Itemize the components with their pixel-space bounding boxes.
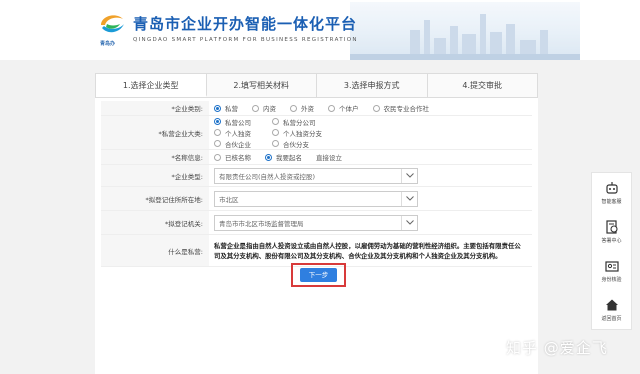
name-option-approved[interactable]: 已核名称 xyxy=(214,152,251,162)
radio-icon[interactable] xyxy=(272,140,279,147)
enterprise-category-row: *企业类别: 私营 内资 外资 个体户 农民专业合作社 xyxy=(101,101,532,116)
home-icon xyxy=(605,299,618,310)
name-option-create[interactable]: 我要起名 xyxy=(265,152,302,162)
private-major-label: *私营企业大类: xyxy=(101,116,209,149)
enterprise-type-form: *企业类别: 私营 内资 外资 个体户 农民专业合作社 *私营企业大类: 私营公… xyxy=(101,101,532,267)
id-card-icon xyxy=(604,260,619,272)
radio-icon[interactable] xyxy=(272,118,279,125)
radio-icon[interactable] xyxy=(214,129,221,136)
identity-verify-button[interactable]: 身份核验 xyxy=(592,251,631,290)
platform-subtitle: QINGDAO SMART PLATFORM FOR BUSINESS REGI… xyxy=(133,37,358,43)
category-option-foreign[interactable]: 外资 xyxy=(290,103,314,113)
name-option-direct[interactable]: 直接设立 xyxy=(316,152,342,162)
major-option-partnership[interactable]: 合伙企业 xyxy=(214,139,258,149)
next-button-highlight: 下一步 xyxy=(291,263,346,287)
chevron-down-icon[interactable] xyxy=(401,168,417,183)
enterprise-category-label: *企业类别: xyxy=(101,101,209,115)
major-option-private-branch[interactable]: 私营分公司 xyxy=(272,117,358,127)
zhihu-watermark: 知乎 @爱企飞 xyxy=(506,339,608,357)
radio-checked-icon[interactable] xyxy=(214,104,221,112)
location-select[interactable]: 市北区 xyxy=(214,190,418,207)
tab-submit-approval[interactable]: 4.提交审批 xyxy=(428,74,538,97)
tab-fill-materials[interactable]: 2.填写相关材料 xyxy=(207,74,317,97)
radio-checked-icon[interactable] xyxy=(214,118,221,125)
radio-icon[interactable] xyxy=(272,129,279,136)
category-option-cooperative[interactable]: 农民专业合作社 xyxy=(372,103,429,113)
platform-title: 青岛市企业开办智能一体化平台 xyxy=(133,15,358,33)
chevron-down-icon[interactable] xyxy=(401,215,417,230)
location-label: *拟登记住所所在地: xyxy=(101,187,209,210)
radio-icon[interactable] xyxy=(214,140,221,147)
step-tabs: 1.选择企业类型 2.填写相关材料 3.选择申报方式 4.提交审批 xyxy=(95,73,538,98)
smart-service-button[interactable]: 智能客服 xyxy=(592,173,631,212)
major-option-partnership-branch[interactable]: 合伙分支 xyxy=(272,139,358,149)
radio-icon[interactable] xyxy=(328,104,335,112)
tab-select-type[interactable]: 1.选择企业类型 xyxy=(96,74,207,97)
radio-icon[interactable] xyxy=(214,153,221,161)
radio-icon[interactable] xyxy=(252,104,259,112)
category-option-private[interactable]: 私营 xyxy=(214,103,238,113)
authority-label: *拟登记机关: xyxy=(101,211,209,234)
registration-panel: 1.选择企业类型 2.填写相关材料 3.选择申报方式 4.提交审批 *企业类别:… xyxy=(95,73,538,374)
enterprise-type-label: *企业类型: xyxy=(101,165,209,186)
authority-select[interactable]: 青岛市市北区市场监督管理局 xyxy=(214,214,418,231)
authority-row: *拟登记机关: 青岛市市北区市场监督管理局 xyxy=(101,211,532,235)
sign-center-button[interactable]: 答署中心 xyxy=(592,212,631,251)
radio-checked-icon[interactable] xyxy=(265,153,272,161)
major-option-private-company[interactable]: 私营公司 xyxy=(214,117,258,127)
chevron-down-icon[interactable] xyxy=(401,191,417,206)
back-home-button[interactable]: 返回首页 xyxy=(592,290,631,329)
enterprise-type-row: *企业类型: 有限责任公司(自然人投资或控股) xyxy=(101,165,532,187)
enterprise-type-select[interactable]: 有限责任公司(自然人投资或控股) xyxy=(214,167,418,184)
category-option-domestic[interactable]: 内资 xyxy=(252,103,276,113)
document-sign-icon xyxy=(605,219,618,234)
radio-icon[interactable] xyxy=(290,104,297,112)
right-float-toolbar: 智能客服 答署中心 身份核验 返回首页 xyxy=(591,172,632,330)
platform-logo-icon[interactable] xyxy=(98,11,126,37)
header-skyline-image xyxy=(350,2,580,60)
category-option-individual[interactable]: 个体户 xyxy=(328,103,359,113)
name-info-label: *名称信息: xyxy=(101,150,209,164)
major-option-sole-proprietor[interactable]: 个人独资 xyxy=(214,128,258,138)
radio-icon[interactable] xyxy=(372,104,380,112)
private-major-row: *私营企业大类: 私营公司 私营分公司 个人独资 个人独资分支 合伙企业 合伙分… xyxy=(101,116,532,150)
next-step-button[interactable]: 下一步 xyxy=(300,268,337,282)
robot-icon xyxy=(605,181,618,194)
private-definition-label: 什么是私营: xyxy=(101,235,209,266)
logo-subtext: 青岛办 xyxy=(100,41,116,47)
tab-select-method[interactable]: 3.选择申报方式 xyxy=(317,74,428,97)
location-row: *拟登记住所所在地: 市北区 xyxy=(101,187,532,211)
site-header: 青岛办 青岛市企业开办智能一体化平台 QINGDAO SMART PLATFOR… xyxy=(0,0,640,60)
private-definition-text: 私营企业是指由自然人投资设立或由自然人控股，以雇佣劳动为基础的营利性经济组织。主… xyxy=(214,241,521,260)
major-option-sole-branch[interactable]: 个人独资分支 xyxy=(272,128,358,138)
name-info-row: *名称信息: 已核名称 我要起名 直接设立 xyxy=(101,150,532,165)
